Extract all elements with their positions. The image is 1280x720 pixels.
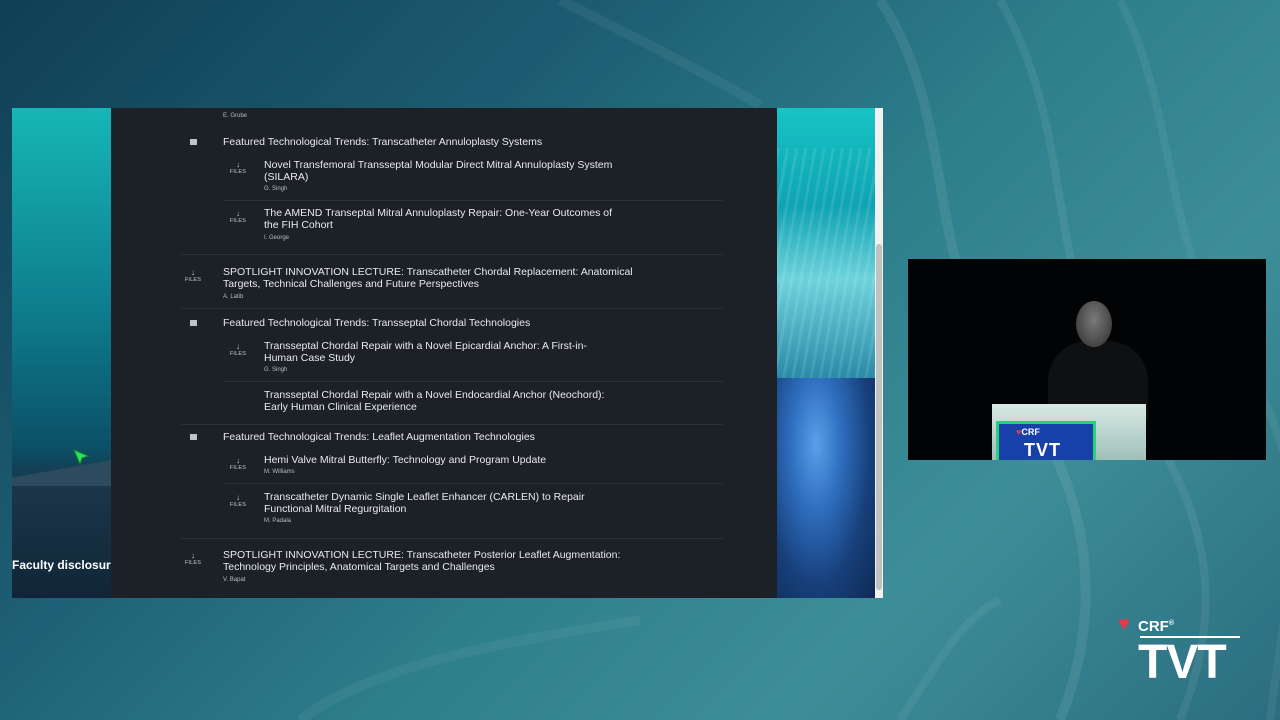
files-label: FILES xyxy=(229,351,247,357)
download-arrow-icon: ↓ xyxy=(191,268,195,277)
podium-crf-text: CRF xyxy=(1021,427,1040,437)
speaker-name: G. Singh xyxy=(264,186,288,192)
speaker-name: E. Grube xyxy=(223,113,248,119)
heart-icon: ♥ xyxy=(1118,613,1130,635)
lecture-title-line[interactable]: Technology Principles, Anatomical Target… xyxy=(223,561,495,573)
divider xyxy=(181,308,723,309)
divider xyxy=(223,381,723,382)
divider xyxy=(181,424,723,425)
files-download-button[interactable]: ↓ FILES xyxy=(226,342,250,358)
logo-crf-text: CRF® xyxy=(1138,616,1174,635)
mouse-cursor-icon xyxy=(73,449,90,466)
speaker-name: A. Latib xyxy=(223,294,244,300)
divider xyxy=(223,200,723,201)
podium-tvt-text: TVT xyxy=(1024,440,1061,460)
files-label: FILES xyxy=(229,502,247,508)
talk-title-line[interactable]: Transseptal Chordal Repair with a Novel … xyxy=(264,340,587,352)
files-download-button[interactable]: ↓ FILES xyxy=(226,160,250,176)
section-toggle-icon[interactable] xyxy=(190,139,197,145)
scrollbar[interactable] xyxy=(875,108,883,598)
divider xyxy=(223,483,723,484)
lecture-title-line[interactable]: Targets, Technical Challenges and Future… xyxy=(223,278,479,290)
talk-title-line[interactable]: Human Case Study xyxy=(264,352,355,364)
talk-title-line[interactable]: Functional Mitral Regurgitation xyxy=(264,503,406,515)
logo-crf-word: CRF xyxy=(1138,618,1169,635)
files-download-button[interactable]: ↓ FILES xyxy=(226,209,250,225)
section-title[interactable]: Featured Technological Trends: Leaflet A… xyxy=(223,431,535,443)
files-download-button[interactable]: ↓ FILES xyxy=(181,551,205,567)
files-label: FILES xyxy=(184,560,202,566)
files-download-button[interactable]: ↓ FILES xyxy=(226,456,250,472)
files-label: FILES xyxy=(229,465,247,471)
crf-tvt-logo: ♥ CRF® TVT xyxy=(1118,612,1242,688)
files-label: FILES xyxy=(184,277,202,283)
left-slide-panel: Faculty disclosur xyxy=(12,108,111,598)
talk-title-line[interactable]: Hemi Valve Mitral Butterfly: Technology … xyxy=(264,454,546,466)
download-arrow-icon: ↓ xyxy=(236,456,240,465)
talk-title-line[interactable]: Novel Transfemoral Transseptal Modular D… xyxy=(264,159,612,171)
speaker-name: G. Singh xyxy=(264,367,288,373)
shared-screen: Faculty disclosur E. Grube Featured Tech… xyxy=(12,108,883,598)
talk-title-line[interactable]: the FIH Cohort xyxy=(264,219,333,231)
presenter-head xyxy=(1076,301,1112,347)
talk-title-line[interactable]: Early Human Clinical Experience xyxy=(264,401,417,413)
section-title[interactable]: Featured Technological Trends: Transsept… xyxy=(223,317,530,329)
talk-title-line[interactable]: The AMEND Transeptal Mitral Annuloplasty… xyxy=(264,207,612,219)
section-title[interactable]: Featured Technological Trends: Transcath… xyxy=(223,136,542,148)
podium-crf-logo: ♥CRF xyxy=(1016,427,1040,437)
download-arrow-icon: ↓ xyxy=(236,493,240,502)
section-toggle-icon[interactable] xyxy=(190,320,197,326)
speaker-name: M. Padala xyxy=(264,518,292,524)
download-arrow-icon: ↓ xyxy=(236,342,240,351)
files-download-button[interactable]: ↓ FILES xyxy=(181,268,205,284)
section-toggle-icon[interactable] xyxy=(190,434,197,440)
logo-tvt-text: TVT xyxy=(1138,636,1227,689)
speaker-name: M. Williams xyxy=(264,469,295,475)
speaker-name: V. Bapat xyxy=(223,577,246,583)
faculty-disclosure-text: Faculty disclosur xyxy=(12,558,111,572)
lecture-title-line[interactable]: SPOTLIGHT INNOVATION LECTURE: Transcathe… xyxy=(223,266,633,278)
talk-title-line[interactable]: Transseptal Chordal Repair with a Novel … xyxy=(264,389,604,401)
files-download-button[interactable]: ↓ FILES xyxy=(226,493,250,509)
divider xyxy=(181,538,723,539)
talk-title-line[interactable]: (SILARA) xyxy=(264,171,308,183)
surgeon-image xyxy=(777,378,875,598)
agenda-panel: E. Grube Featured Technological Trends: … xyxy=(111,108,777,598)
city-skyline-image xyxy=(12,448,111,598)
right-slide-panel xyxy=(777,108,875,598)
scrollbar-thumb[interactable] xyxy=(876,244,882,590)
logo-trademark: ® xyxy=(1168,620,1174,627)
speaker-video: ♥CRF TVT xyxy=(908,259,1266,460)
speaker-name: I. George xyxy=(264,235,290,241)
download-arrow-icon: ↓ xyxy=(236,160,240,169)
divider xyxy=(181,254,723,255)
download-arrow-icon: ↓ xyxy=(236,209,240,218)
light-rays-image xyxy=(777,148,875,378)
lecture-title-line[interactable]: SPOTLIGHT INNOVATION LECTURE: Transcathe… xyxy=(223,549,620,561)
files-label: FILES xyxy=(229,169,247,175)
talk-title-line[interactable]: Transcatheter Dynamic Single Leaflet Enh… xyxy=(264,491,585,503)
files-label: FILES xyxy=(229,218,247,224)
download-arrow-icon: ↓ xyxy=(191,551,195,560)
